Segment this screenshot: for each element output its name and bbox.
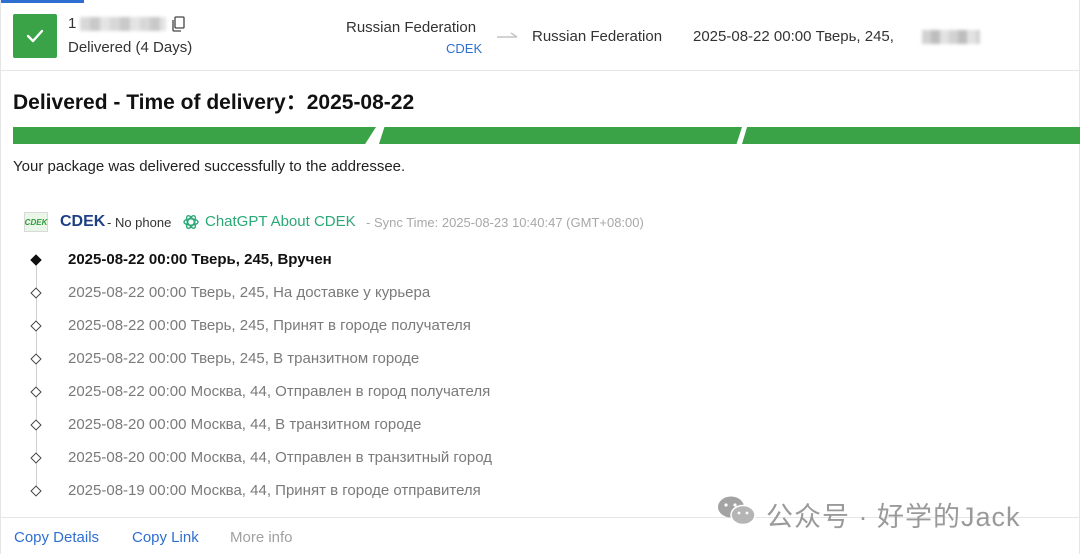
delivered-message: Your package was delivered successfully …	[13, 158, 406, 175]
redacted-address	[922, 30, 980, 44]
carrier-name-link[interactable]: CDEK	[60, 213, 105, 231]
event-text: 2025-08-20 00:00 Москва, 44, Отправлен в…	[68, 449, 492, 466]
cdek-logo: CDEK	[24, 212, 48, 232]
progress-segment	[13, 127, 376, 144]
timeline-event: 2025-08-20 00:00 Москва, 44, Отправлен в…	[0, 449, 700, 469]
progress-segment	[379, 127, 742, 144]
wechat-icon	[718, 496, 756, 526]
event-text: 2025-08-19 00:00 Москва, 44, Принят в го…	[68, 482, 481, 499]
timeline-event: 2025-08-19 00:00 Москва, 44, Принят в го…	[0, 482, 700, 502]
diamond-icon	[30, 287, 42, 299]
origin-country: Russian Federation	[346, 19, 477, 36]
redacted-tracking-number	[80, 17, 166, 31]
check-icon	[26, 29, 44, 43]
delivery-title: Delivered - Time of delivery：2025-08-22	[13, 91, 415, 114]
tracking-number: 1	[68, 15, 77, 32]
more-info-button[interactable]: More info	[230, 529, 293, 546]
delivery-progress-bar	[13, 127, 1080, 144]
event-text: 2025-08-22 00:00 Москва, 44, Отправлен в…	[68, 383, 491, 400]
arrow-right-icon	[497, 32, 518, 38]
shipment-header: 1 Delivered (4 Days) Russian Federation …	[0, 0, 1080, 71]
chatgpt-about-carrier-link[interactable]: ChatGPT About CDEK	[205, 213, 356, 230]
diamond-icon	[30, 353, 42, 365]
diamond-icon	[30, 386, 42, 398]
copy-details-button[interactable]: Copy Details	[14, 529, 99, 546]
timeline-event: 2025-08-22 00:00 Тверь, 245, На доставке…	[0, 284, 700, 304]
copy-icon[interactable]	[171, 16, 185, 32]
watermark-text: 公众号 · 好学的Jack	[766, 502, 1021, 532]
delivered-status-badge	[13, 14, 57, 58]
event-text: 2025-08-22 00:00 Тверь, 245, Принят в го…	[68, 317, 471, 334]
latest-event-summary: 2025-08-22 00:00 Тверь, 245,	[693, 28, 894, 45]
diamond-icon	[30, 320, 42, 332]
chatgpt-icon[interactable]	[182, 213, 200, 231]
event-text: 2025-08-22 00:00 Тверь, 245, Вручен	[68, 251, 332, 268]
event-text: 2025-08-22 00:00 Тверь, 245, В транзитно…	[68, 350, 420, 367]
delivery-status-label: Delivered (4 Days)	[68, 39, 193, 56]
event-text: 2025-08-20 00:00 Москва, 44, В транзитно…	[68, 416, 422, 433]
sync-time: - Sync Time: 2025-08-23 10:40:47 (GMT+08…	[366, 215, 644, 230]
timeline-event: 2025-08-22 00:00 Тверь, 245, Принят в го…	[0, 317, 700, 337]
origin-carrier-link[interactable]: CDEK	[446, 41, 482, 56]
diamond-icon	[30, 419, 42, 431]
carrier-phone: - No phone	[107, 215, 172, 230]
event-text: 2025-08-22 00:00 Тверь, 245, На доставке…	[68, 284, 431, 301]
diamond-icon	[30, 254, 42, 266]
frame-border-left	[0, 0, 1, 554]
timeline-event: 2025-08-22 00:00 Тверь, 245, Вручен	[0, 251, 700, 271]
progress-segment	[742, 127, 1080, 144]
timeline-event: 2025-08-22 00:00 Москва, 44, Отправлен в…	[0, 383, 700, 403]
diamond-icon	[30, 452, 42, 464]
timeline-event: 2025-08-22 00:00 Тверь, 245, В транзитно…	[0, 350, 700, 370]
copy-link-button[interactable]: Copy Link	[132, 529, 199, 546]
timeline-event: 2025-08-20 00:00 Москва, 44, В транзитно…	[0, 416, 700, 436]
diamond-icon	[30, 485, 42, 497]
destination-country: Russian Federation	[532, 28, 663, 45]
